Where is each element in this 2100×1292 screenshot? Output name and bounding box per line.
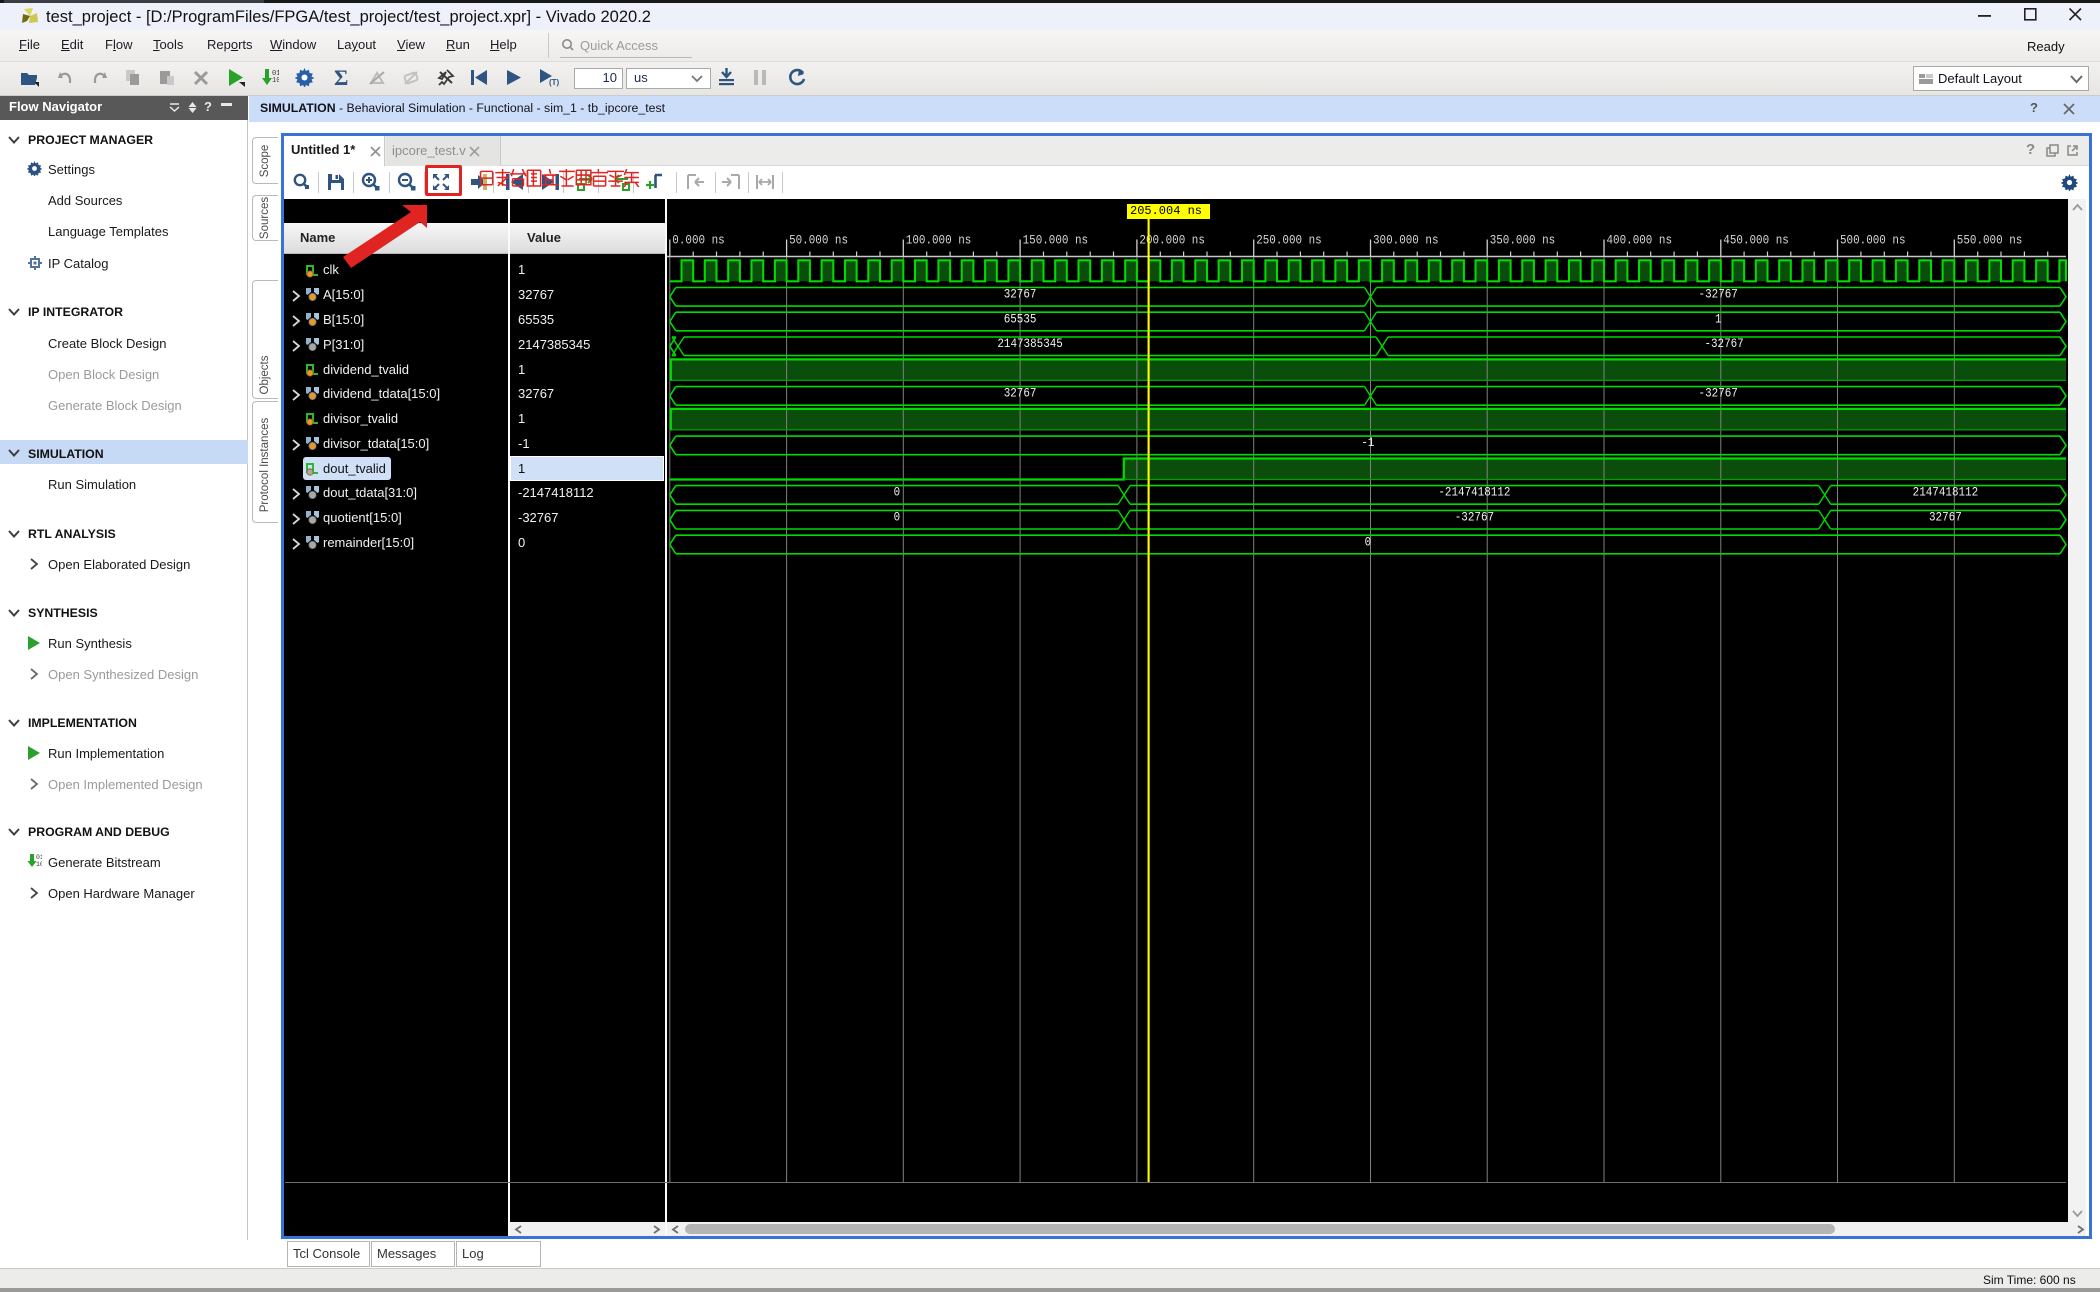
svg-text:-32767: -32767: [1699, 287, 1738, 302]
svg-text:500.000 ns: 500.000 ns: [1840, 232, 1906, 247]
svg-text:-32767: -32767: [1704, 336, 1743, 351]
svg-text:2147418112: 2147418112: [1913, 485, 1979, 500]
svg-text:100.000 ns: 100.000 ns: [906, 232, 972, 247]
svg-text:(T): (T): [549, 78, 560, 87]
svg-text:150.000 ns: 150.000 ns: [1023, 232, 1089, 247]
svg-text:1: 1: [1715, 311, 1722, 326]
svg-text:0.000 ns: 0.000 ns: [672, 232, 724, 247]
svg-text:-32767: -32767: [1455, 510, 1494, 525]
svg-text:10: 10: [272, 77, 279, 85]
svg-text:300.000 ns: 300.000 ns: [1373, 232, 1439, 247]
svg-text:0: 0: [894, 510, 901, 525]
svg-text:0: 0: [894, 485, 901, 500]
svg-text:400.000 ns: 400.000 ns: [1607, 232, 1673, 247]
svg-text:350.000 ns: 350.000 ns: [1490, 232, 1556, 247]
svg-text:0: 0: [1365, 534, 1372, 549]
svg-text:250.000 ns: 250.000 ns: [1256, 232, 1322, 247]
svg-text:-2147418112: -2147418112: [1438, 485, 1510, 500]
svg-text:2147385345: 2147385345: [997, 336, 1063, 351]
svg-text:550.000 ns: 550.000 ns: [1957, 232, 2023, 247]
svg-text:32767: 32767: [1004, 287, 1037, 302]
svg-text:-1: -1: [1361, 435, 1374, 450]
svg-text:-32767: -32767: [1699, 386, 1738, 401]
svg-text:65535: 65535: [1004, 311, 1037, 326]
svg-text:32767: 32767: [1929, 510, 1962, 525]
svg-text:01: 01: [36, 854, 42, 861]
svg-text:32767: 32767: [1004, 386, 1037, 401]
svg-text:450.000 ns: 450.000 ns: [1723, 232, 1789, 247]
svg-text:10: 10: [36, 861, 42, 868]
svg-text:50.000 ns: 50.000 ns: [789, 232, 848, 247]
